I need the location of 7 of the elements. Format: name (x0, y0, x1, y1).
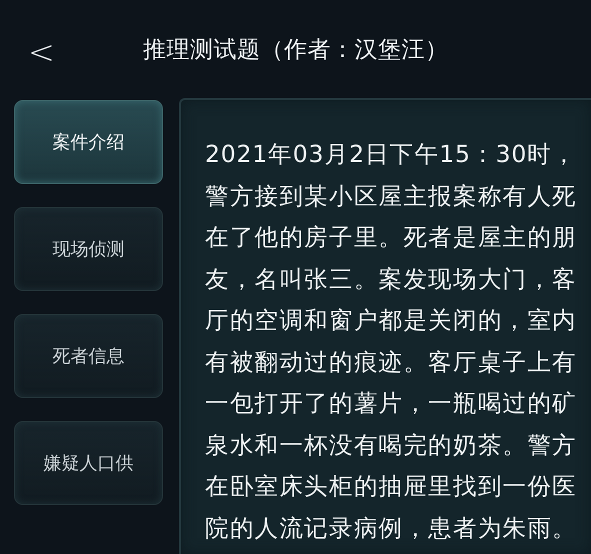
tab[interactable]: 案件介绍 (14, 100, 163, 184)
tab[interactable]: 死者信息 (14, 314, 163, 398)
page-title: 推理测试题（作者：汉堡汪） (142, 36, 448, 64)
tab[interactable]: 嫌疑人口供 (14, 421, 163, 505)
back-button[interactable]: < (22, 32, 61, 72)
case-description: 2021年03月2日下午15：30时，警方接到某小区屋主报案称有人死在了他的房子里。死者是屋主的朋友，名叫张三。案发现场大门，客厅的空调和窗户都是关闭的，室内有被翻动过的痕迹。客厅桌子上有一包打开了的薯片，一瓶喝过的矿泉水和一杯没有喝完的奶茶。警方在卧室床头柜的抽屉里找到一份医院的人流记录病例，患者为朱雨。 (205, 139, 578, 544)
tab[interactable]: 现场侦测 (14, 207, 163, 291)
